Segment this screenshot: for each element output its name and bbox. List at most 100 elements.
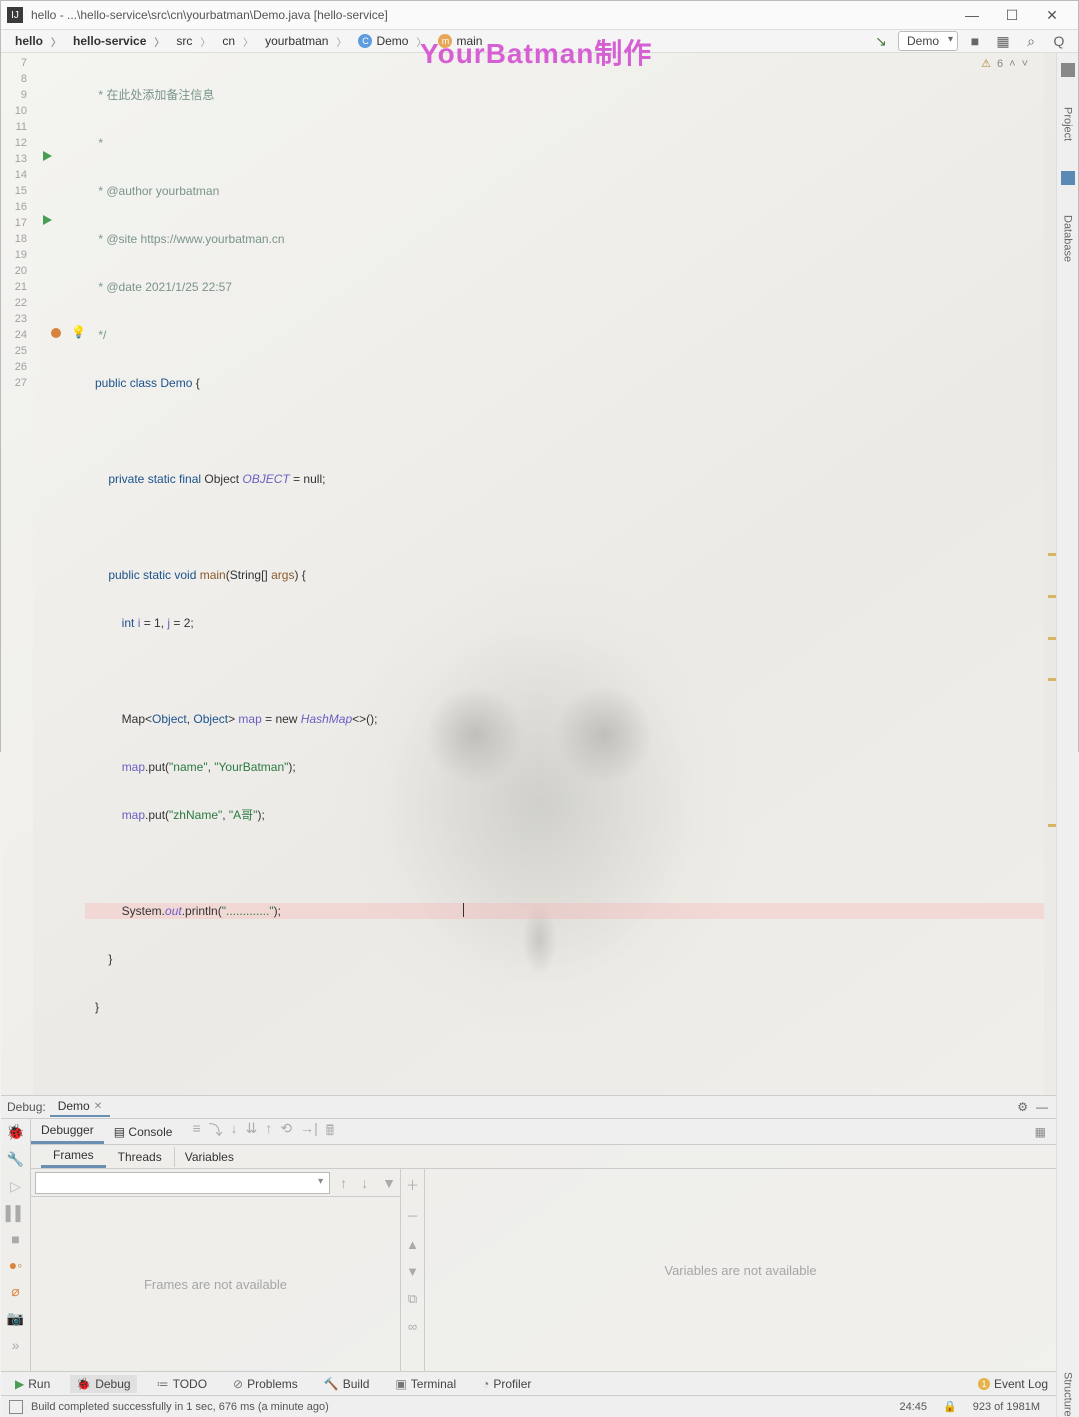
event-log-badge-icon: 1 bbox=[978, 1378, 990, 1390]
warning-count: 6 bbox=[997, 58, 1003, 70]
breadcrumb-method[interactable]: mmain bbox=[432, 32, 496, 50]
watches-view-icon[interactable]: ∞ bbox=[408, 1319, 417, 1334]
variables-label: Variables bbox=[174, 1147, 1056, 1167]
debug-toolbar: 🐞 Debugger ▤ Console ≡ ⤵ ↓ ⇊ ↑ ⟲ →| 🖩 ▦ bbox=[1, 1119, 1056, 1145]
app-icon: IJ bbox=[7, 7, 23, 23]
window-minimize-button[interactable]: — bbox=[952, 1, 992, 29]
search-icon[interactable]: Q bbox=[1048, 30, 1070, 52]
status-line-col[interactable]: 24:45 bbox=[891, 1401, 935, 1413]
console-subtab[interactable]: ▤ Console bbox=[104, 1121, 183, 1143]
window-maximize-button[interactable]: ☐ bbox=[992, 1, 1032, 29]
step-over-icon[interactable]: ⤵ bbox=[209, 1120, 223, 1144]
toolstrip-run[interactable]: ▶Run bbox=[9, 1375, 56, 1393]
breadcrumb-class[interactable]: C Demo bbox=[352, 32, 432, 51]
debug-minimize-icon[interactable]: — bbox=[1036, 1100, 1048, 1114]
chevron-up-icon[interactable]: ˄ bbox=[1009, 58, 1015, 70]
rerun-debug-icon[interactable]: 🐞 bbox=[6, 1123, 25, 1141]
build-hammer-icon: 🔨 bbox=[324, 1377, 339, 1391]
run-with-coverage-icon[interactable]: ▦ bbox=[992, 30, 1014, 52]
toolstrip-debug[interactable]: 🐞Debug bbox=[70, 1375, 136, 1393]
editor-inspections[interactable]: ⚠ 6 ˄ ˅ bbox=[981, 57, 1028, 70]
toolstrip-profiler[interactable]: ◔Profiler bbox=[476, 1375, 537, 1393]
pause-program-icon[interactable]: ▌▌ bbox=[6, 1205, 26, 1221]
evaluate-expression-icon[interactable]: 🖩 bbox=[326, 1120, 334, 1144]
database-tool-icon[interactable] bbox=[1061, 171, 1075, 185]
toolstrip-build[interactable]: 🔨Build bbox=[318, 1375, 376, 1393]
stop-program-icon[interactable]: ■ bbox=[11, 1231, 19, 1247]
debug-settings-icon[interactable]: ⚙ bbox=[1017, 1100, 1028, 1114]
next-frame-icon[interactable]: ↓ bbox=[357, 1175, 372, 1191]
breadcrumb-hello[interactable]: hello bbox=[9, 32, 67, 51]
problems-icon: ⊘ bbox=[233, 1377, 243, 1391]
code-editor[interactable]: 789101112131415161718192021222324252627 … bbox=[1, 53, 1056, 1095]
status-bar: Build completed successfully in 1 sec, 6… bbox=[1, 1395, 1056, 1417]
gutter-icons: 💡 bbox=[33, 53, 85, 1095]
right-rail-database[interactable]: Database bbox=[1062, 215, 1074, 262]
copy-watch-icon[interactable]: ⧉ bbox=[408, 1291, 417, 1307]
window-title: hello - ...\hello-service\src\cn\yourbat… bbox=[31, 8, 952, 22]
resume-program-icon[interactable]: ▷ bbox=[10, 1178, 21, 1195]
chevron-down-icon[interactable]: ˅ bbox=[1022, 58, 1028, 70]
debugger-subtab[interactable]: Debugger bbox=[31, 1119, 104, 1144]
lock-icon[interactable]: 🔒 bbox=[935, 1400, 965, 1413]
thread-selector[interactable] bbox=[35, 1172, 330, 1194]
editor-scrollbar[interactable] bbox=[1044, 53, 1056, 1095]
debug-session-tab[interactable]: Demo ✕ bbox=[50, 1097, 110, 1117]
window-close-button[interactable]: ✕ bbox=[1032, 1, 1072, 29]
breadcrumb-class-label: Demo bbox=[376, 34, 408, 48]
breakpoint-icon[interactable] bbox=[51, 328, 63, 340]
modify-run-config-icon[interactable]: 🔧 bbox=[7, 1151, 24, 1168]
force-step-into-icon[interactable]: ⇊ bbox=[246, 1120, 258, 1144]
run-class-gutter-icon[interactable] bbox=[43, 151, 55, 163]
breadcrumb-src[interactable]: src bbox=[170, 32, 216, 51]
frames-filter-icon[interactable]: ▼ bbox=[378, 1175, 400, 1191]
variables-empty-label: Variables are not available bbox=[425, 1169, 1056, 1371]
stop-icon[interactable]: ■ bbox=[964, 30, 986, 52]
breadcrumb-hello-service[interactable]: hello-service bbox=[67, 32, 170, 51]
frames-tab[interactable]: Frames bbox=[41, 1145, 106, 1168]
frames-empty-label: Frames are not available bbox=[31, 1197, 400, 1371]
right-rail-structure[interactable]: Structure bbox=[1062, 1372, 1074, 1417]
drop-frame-icon[interactable]: ⟲ bbox=[280, 1120, 292, 1144]
watch-down-icon[interactable]: ▼ bbox=[406, 1264, 419, 1279]
search-everywhere-icon[interactable]: ⌕ bbox=[1020, 30, 1042, 52]
view-breakpoints-icon[interactable]: ●◦ bbox=[9, 1257, 22, 1273]
remove-watch-icon[interactable]: － bbox=[406, 1206, 419, 1225]
layout-settings-icon[interactable]: ▦ bbox=[1035, 1125, 1056, 1139]
right-rail-project[interactable]: Project bbox=[1062, 107, 1074, 141]
watch-up-icon[interactable]: ▲ bbox=[406, 1237, 419, 1252]
warning-icon: ⚠ bbox=[981, 57, 991, 70]
breadcrumb-yourbatman[interactable]: yourbatman bbox=[259, 32, 352, 51]
step-into-icon[interactable]: ↓ bbox=[231, 1120, 238, 1144]
statusbar-toolwindow-icon[interactable] bbox=[9, 1400, 23, 1414]
new-watch-icon[interactable]: ＋ bbox=[406, 1175, 419, 1194]
step-out-icon[interactable]: ↑ bbox=[265, 1120, 272, 1144]
toolstrip-terminal[interactable]: ▣Terminal bbox=[389, 1375, 462, 1393]
intention-bulb-icon[interactable]: 💡 bbox=[71, 325, 83, 337]
debug-more-icon[interactable]: » bbox=[12, 1337, 20, 1353]
main-area: 789101112131415161718192021222324252627 … bbox=[1, 53, 1078, 1417]
run-main-gutter-icon[interactable] bbox=[43, 215, 55, 227]
build-icon[interactable]: ↘ bbox=[870, 30, 892, 52]
breakpoint-line[interactable]: System.out.println("............."); bbox=[85, 903, 1044, 919]
project-tool-icon[interactable] bbox=[1061, 63, 1075, 77]
navigation-bar: hello hello-service src cn yourbatman CD… bbox=[1, 30, 1078, 53]
prev-frame-icon[interactable]: ↑ bbox=[336, 1175, 351, 1191]
toolstrip-todo[interactable]: ≔TODO bbox=[151, 1375, 213, 1393]
mute-breakpoints-icon[interactable]: ⌀ bbox=[11, 1283, 19, 1300]
breadcrumb-cn[interactable]: cn bbox=[216, 32, 259, 51]
method-icon: m bbox=[438, 34, 452, 48]
run-to-cursor-icon[interactable]: →| bbox=[300, 1120, 318, 1144]
run-config-selector[interactable]: Demo bbox=[898, 31, 958, 51]
status-memory[interactable]: 923 of 1981M bbox=[965, 1401, 1048, 1413]
get-thread-dump-icon[interactable]: 📷 bbox=[7, 1310, 24, 1327]
toolstrip-problems[interactable]: ⊘Problems bbox=[227, 1375, 304, 1393]
debug-panes-header: Frames Threads Variables bbox=[31, 1145, 1056, 1169]
breadcrumb-method-label: main bbox=[456, 34, 482, 48]
class-icon: C bbox=[358, 34, 372, 48]
close-tab-icon[interactable]: ✕ bbox=[94, 1101, 102, 1112]
code-area[interactable]: * 在此处添加备注信息 * * @author yourbatman * @si… bbox=[85, 53, 1044, 1095]
threads-icon[interactable]: ≡ bbox=[192, 1120, 200, 1144]
toolstrip-event-log[interactable]: 1Event Log bbox=[978, 1377, 1048, 1391]
threads-tab[interactable]: Threads bbox=[106, 1147, 174, 1167]
